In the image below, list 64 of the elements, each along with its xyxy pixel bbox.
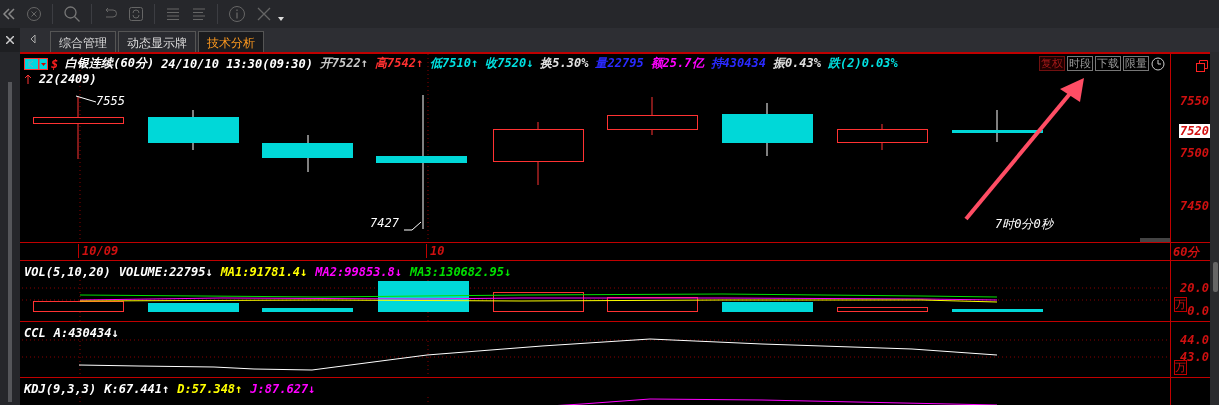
- quote-field: 低7510↑: [430, 55, 479, 72]
- period-label: 60分: [1173, 244, 1200, 260]
- leader-line: [404, 221, 422, 231]
- info-icon[interactable]: [228, 5, 246, 23]
- search-icon[interactable]: [63, 5, 81, 23]
- tool-button[interactable]: 下载: [1095, 56, 1121, 71]
- quote-field: 额25.7亿: [650, 55, 704, 72]
- quote-field: 白银连续(60分): [65, 55, 155, 72]
- tab[interactable]: 动态显示牌: [118, 31, 196, 52]
- last-price-tag: 7520: [1179, 124, 1210, 138]
- indicator-value: J:87.627↓: [250, 381, 316, 396]
- axis-label: 44.0: [1180, 333, 1209, 347]
- indicator-value: CCL: [24, 325, 46, 340]
- countdown-label: 7时0分0秒: [995, 216, 1053, 233]
- indicator-value: MA3:130682.95↓: [410, 264, 512, 279]
- indicator-value: VOL(5,10,20): [24, 264, 111, 279]
- axis-label: 7550: [1180, 94, 1209, 108]
- axis-label: 20.0: [1180, 281, 1209, 295]
- unit-label: 万: [1174, 297, 1187, 312]
- leader-line: [75, 95, 97, 103]
- list-icon[interactable]: [191, 6, 207, 22]
- clock-icon[interactable]: [1151, 56, 1165, 71]
- high-price-label: 7555: [96, 94, 125, 108]
- tool-button[interactable]: 时段: [1067, 56, 1093, 71]
- axis-label: 0.0: [1187, 304, 1209, 318]
- quote-field: 振0.43%: [772, 55, 821, 72]
- scrollbar[interactable]: [1140, 238, 1170, 242]
- contract-code: 22(2409): [39, 71, 97, 86]
- quote-field: 跌(2)0.03%: [828, 55, 898, 72]
- tool-button[interactable]: 限量: [1123, 56, 1149, 71]
- indicator-value: A:430434↓: [53, 325, 119, 340]
- scrollbar[interactable]: [1213, 262, 1218, 292]
- indicator-value: VOLUME:22795↓: [118, 264, 213, 279]
- scrollbar[interactable]: [8, 82, 12, 402]
- indicator-value: MA1:91781.4↓: [220, 264, 308, 279]
- quote-field: 高7542↑: [375, 55, 424, 72]
- quote-field: 24/10/10 13:30(09:30): [161, 56, 313, 71]
- tab[interactable]: 综合管理: [50, 31, 116, 52]
- quote-field: 持430434: [710, 55, 766, 72]
- left-arrow-icon[interactable]: [30, 34, 36, 44]
- low-price-label: 7427: [370, 216, 399, 230]
- quote-field: 换5.30%: [540, 55, 589, 72]
- date-label: 10/09: [78, 244, 119, 258]
- indicator-value: K:67.441↑: [104, 381, 170, 396]
- axis-label: 7500: [1180, 146, 1209, 160]
- quote-field: 量22795: [595, 55, 644, 72]
- caret-icon[interactable]: [278, 17, 284, 21]
- indicator-value: MA2:99853.8↓: [315, 264, 403, 279]
- list-icon[interactable]: [165, 6, 181, 22]
- indicator-value: D:57.348↑: [177, 381, 243, 396]
- chart-type-selector-icon[interactable]: [24, 57, 48, 70]
- close-circle-icon[interactable]: [26, 6, 42, 22]
- date-label: 10: [426, 244, 445, 258]
- quote-field: 收7520↓: [485, 55, 534, 72]
- quote-field: 开7522↑: [319, 55, 368, 72]
- refresh-icon[interactable]: [128, 6, 144, 22]
- restore-window-icon[interactable]: [1196, 60, 1208, 72]
- indicator-value: KDJ(9,3,3): [24, 381, 97, 396]
- axis-label: 7450: [1180, 199, 1209, 213]
- tab[interactable]: 技术分析: [198, 31, 264, 52]
- double-chevron-icon[interactable]: [2, 7, 16, 21]
- unit-label: 万: [1174, 360, 1187, 375]
- currency-mark: $: [51, 56, 59, 71]
- up-arrow-icon: [24, 73, 32, 84]
